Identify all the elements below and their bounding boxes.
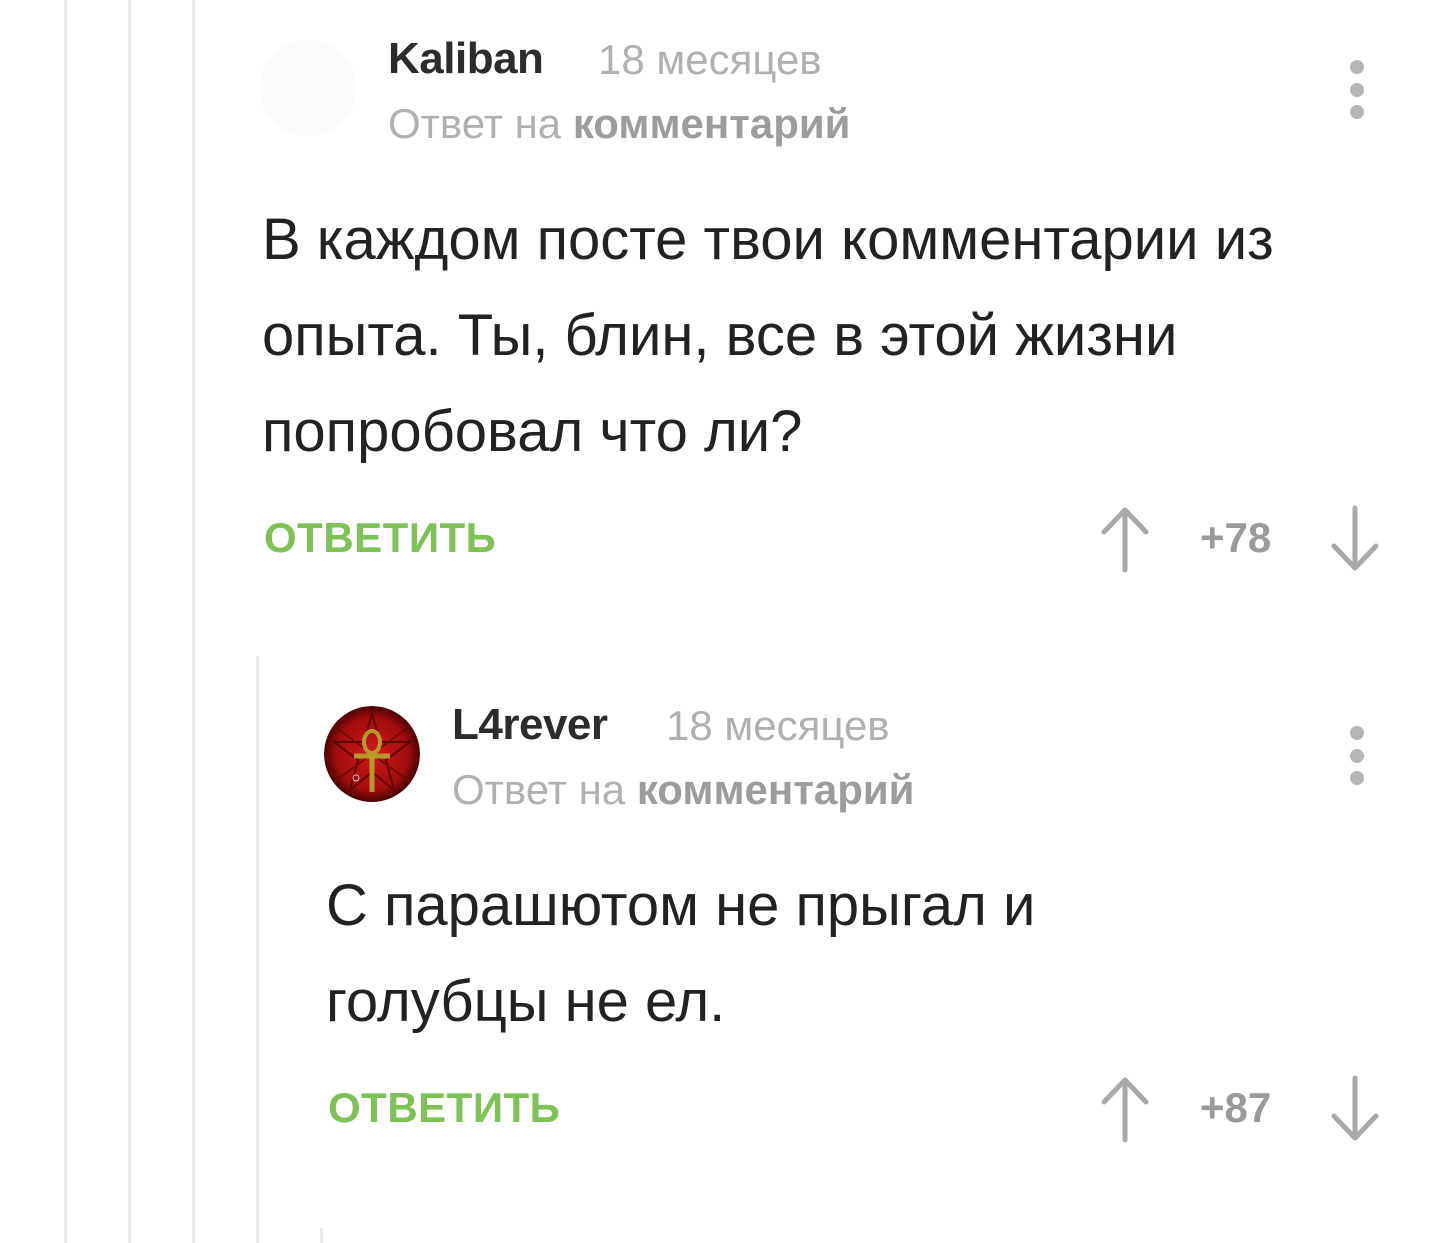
arrow-down-icon[interactable] xyxy=(1330,1074,1380,1144)
ankh-avatar-icon[interactable] xyxy=(324,706,420,802)
reply-to-link[interactable]: комментарий xyxy=(637,766,915,813)
comment-l4rever: L4rever 18 месяцев Ответ на комментарий … xyxy=(0,0,1440,1243)
more-vertical-icon[interactable] xyxy=(1342,722,1372,792)
arrow-up-icon[interactable] xyxy=(1100,1074,1150,1144)
comment-author[interactable]: L4rever xyxy=(452,700,608,750)
comment-text: С парашютом не прыгал и голубцы не ел. xyxy=(326,873,1036,1034)
comment-score: +87 xyxy=(1200,1084,1272,1131)
reply-button[interactable]: ОТВЕТИТЬ xyxy=(328,1084,560,1132)
comment-time: 18 месяцев xyxy=(666,702,890,749)
reply-to-line: Ответ на комментарий xyxy=(452,766,915,814)
reply-to-prefix: Ответ на xyxy=(452,766,626,813)
